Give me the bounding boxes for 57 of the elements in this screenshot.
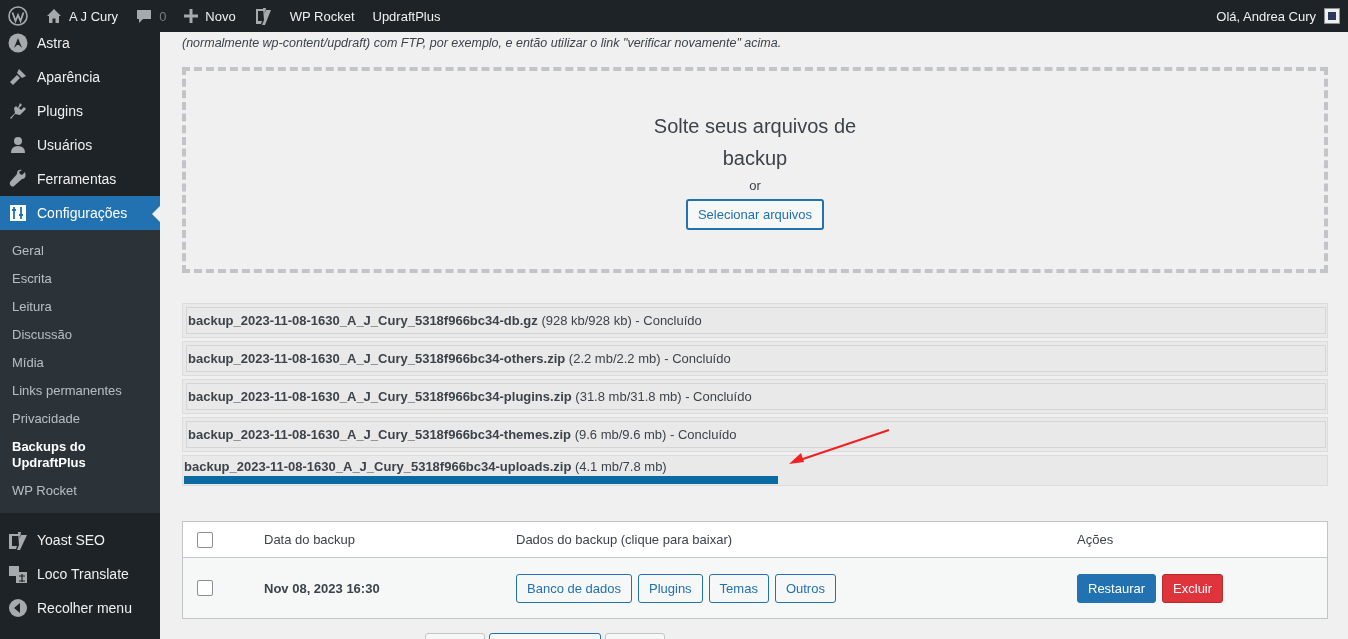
column-header: Data do backup (264, 532, 357, 547)
upload-status-text: backup_2023-11-08-1630_A_J_Cury_5318f966bc34-others.zip (2.2 mb/2.2 mb) - Concluído (186, 345, 1326, 372)
menu-item[interactable]: Aparência (0, 60, 160, 94)
backup-date: Nov 08, 2023 16:30 (264, 580, 381, 596)
menu-item[interactable]: Plugins (0, 94, 160, 128)
menu-item[interactable]: Recolher menu (0, 591, 160, 625)
drop-zone-title: Solte seus arquivos de backup (652, 114, 858, 171)
greeting-link[interactable]: Olá, Andrea Cury (1216, 8, 1316, 24)
restore-button[interactable]: Restaurar (1077, 573, 1157, 603)
home-icon[interactable] (46, 8, 62, 24)
wrench-icon (8, 169, 28, 189)
upload-status-text: backup_2023-11-08-1630_A_J_Cury_5318f966bc34-uploads.zip (4.1 mb/7.8 mb) (184, 458, 668, 476)
plus-icon[interactable] (184, 9, 199, 23)
or-text: or (749, 178, 761, 193)
translate-icon (8, 564, 28, 584)
instruction-text: (normalmente wp-content/updraft) com FTP, por exemplo, e então utilizar o link "verificar novamente" acima. (182, 36, 783, 50)
toolbar-link[interactable]: WP Rocket (289, 8, 355, 24)
comment-count: 0 (159, 8, 167, 24)
menu-item[interactable]: Astra (0, 32, 160, 60)
submenu-item[interactable]: Backups do UpdraftPlus (0, 433, 160, 477)
comment-bubble-icon[interactable] (136, 8, 153, 24)
submenu-item[interactable]: Leitura (0, 293, 160, 321)
new-link[interactable]: Novo (205, 8, 236, 24)
delete-button[interactable]: Excluir (1162, 573, 1224, 603)
user-icon (8, 135, 28, 155)
download-button[interactable]: Outros (774, 573, 836, 603)
drop-zone[interactable]: Solte seus arquivos de backup or Selecionar arquivos (182, 67, 1328, 273)
upload-status-text: backup_2023-11-08-1630_A_J_Cury_5318f966bc34-db.gz (928 kb/928 kb) - Concluído (186, 307, 1326, 334)
submenu-item[interactable]: Escrita (0, 265, 160, 293)
submenu-item[interactable]: Geral (0, 237, 160, 265)
submenu-item[interactable]: Privacidade (0, 405, 160, 433)
submenu-item[interactable]: Links permanentes (0, 377, 160, 405)
toolbar-link[interactable]: UpdraftPlus (372, 8, 441, 24)
site-name-link[interactable]: A J Cury (69, 8, 119, 24)
download-button[interactable]: Temas (708, 573, 769, 603)
select-all-checkbox[interactable] (197, 531, 213, 548)
select-files-button[interactable]: Selecionar arquivos (685, 199, 825, 230)
paintbrush-icon (8, 67, 28, 87)
avatar-icon[interactable] (1324, 8, 1340, 24)
upload-status-text: backup_2023-11-08-1630_A_J_Cury_5318f966bc34-themes.zip (9.6 mb/9.6 mb) - Concluído (186, 421, 1326, 448)
menu-item[interactable]: Configurações (0, 196, 160, 230)
submenu-item[interactable]: WP Rocket (0, 477, 160, 505)
plug-icon (8, 101, 28, 121)
row-checkbox[interactable] (197, 580, 213, 596)
upload-status-text: backup_2023-11-08-1630_A_J_Cury_5318f966bc34-plugins.zip (31.8 mb/31.8 mb) - Concluído (186, 383, 1326, 410)
download-button[interactable]: Plugins (637, 573, 703, 603)
submenu-item[interactable]: Mídia (0, 349, 160, 377)
wordpress-logo-icon[interactable] (8, 6, 28, 26)
menu-item[interactable]: Ferramentas (0, 162, 160, 196)
submenu-item[interactable]: Discussão (0, 321, 160, 349)
menu-item[interactable]: Usuários (0, 128, 160, 162)
sliders-icon (8, 203, 28, 223)
menu-item[interactable]: Loco Translate (0, 557, 160, 591)
column-header: Ações (1077, 532, 1115, 547)
download-button[interactable]: Banco de dados (516, 573, 632, 603)
column-header: Dados do backup (clique para baixar) (516, 532, 734, 547)
menu-item[interactable]: Yoast SEO (0, 523, 160, 557)
